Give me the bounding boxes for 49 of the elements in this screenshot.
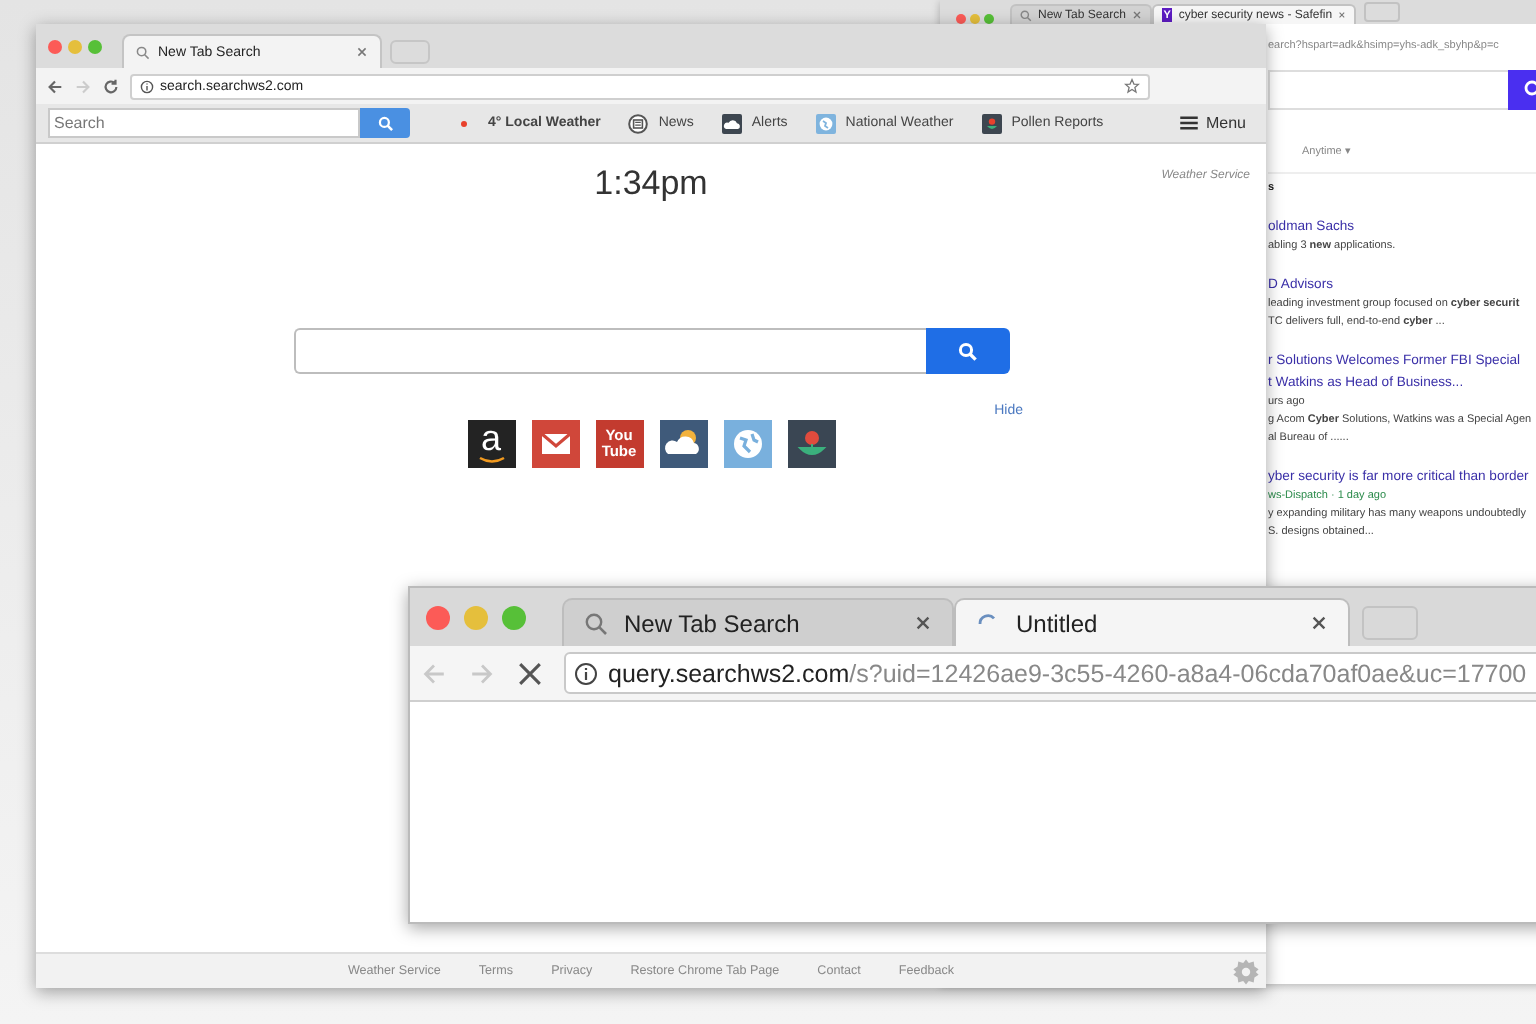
stop-button[interactable]	[516, 659, 544, 687]
info-icon	[574, 661, 598, 685]
search-field[interactable]: Search	[48, 108, 360, 138]
menu-icon	[1179, 116, 1198, 130]
search-icon	[584, 611, 608, 635]
address-bar[interactable]: query.searchws2.com/s?uid=12426ae9-3c55-4260-a8a4-06cda70af0ae&uc=17700	[564, 652, 1536, 694]
close-button[interactable]	[48, 39, 62, 53]
dot-icon	[458, 117, 470, 129]
new-tab-button[interactable]	[1363, 2, 1400, 22]
close-icon[interactable]	[356, 46, 368, 58]
close-button[interactable]	[956, 14, 966, 24]
browser-tab[interactable]: New Tab Search	[562, 598, 954, 646]
settings-icon[interactable]	[1232, 957, 1260, 985]
letter-tile[interactable]: a	[467, 420, 515, 468]
zoom-button[interactable]	[88, 39, 102, 53]
close-icon[interactable]	[914, 614, 932, 632]
close-icon[interactable]	[1338, 10, 1346, 20]
cloud-icon	[721, 113, 742, 133]
zoom-button[interactable]	[502, 605, 526, 629]
smile-icon	[477, 456, 505, 464]
clock-text: 1:34pm	[594, 164, 708, 204]
globe-icon[interactable]	[723, 420, 771, 468]
close-icon[interactable]	[1131, 10, 1142, 20]
envelope-icon[interactable]	[531, 420, 579, 468]
search-icon	[1020, 9, 1032, 21]
search-field[interactable]	[1268, 70, 1508, 110]
search-button[interactable]	[925, 328, 1009, 374]
flower-icon	[981, 113, 1002, 133]
search-icon	[377, 115, 393, 131]
star-icon[interactable]	[1124, 78, 1140, 94]
cloud-sun-icon[interactable]	[659, 420, 707, 468]
search-field[interactable]	[293, 328, 925, 374]
zoom-button[interactable]	[984, 14, 994, 24]
minimize-button[interactable]	[970, 14, 980, 24]
browser-tab[interactable]: Untitled	[954, 598, 1350, 646]
newspaper-icon	[628, 113, 649, 133]
menu-button[interactable]: Menu	[1179, 114, 1246, 132]
search-icon	[957, 341, 977, 361]
globe-icon	[815, 113, 836, 133]
minimize-button[interactable]	[68, 39, 82, 53]
info-icon	[140, 79, 154, 93]
reload-button[interactable]	[102, 77, 120, 95]
minimize-button[interactable]	[464, 605, 488, 629]
search-button[interactable]	[360, 108, 410, 138]
close-icon[interactable]	[1310, 614, 1328, 632]
close-button[interactable]	[426, 605, 450, 629]
back-button[interactable]	[46, 77, 64, 95]
flower-icon[interactable]	[787, 420, 835, 468]
search-icon	[136, 45, 150, 59]
